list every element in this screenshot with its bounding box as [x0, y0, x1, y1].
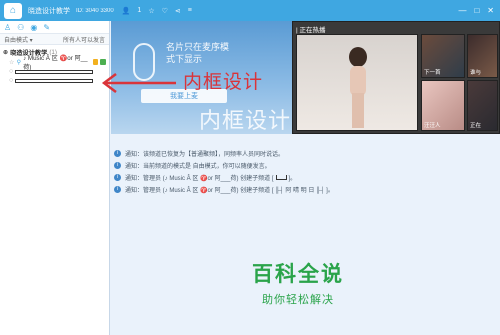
annotation-label: 内框设计: [183, 71, 264, 93]
system-message: i 通知： 当前频道的模式是 自由模式，你可以随便发言。: [114, 159, 498, 171]
stage-message: 名片只在麦序模 式下显示: [166, 41, 229, 65]
channel-sidebar: ♙ ⚇ ◉ ✎ 自由模式 ▾ 所有人可以发言 ⊕ 晓造设计教学 (1) ☆ ⚲ …: [0, 21, 110, 335]
user-status-icon: ☆: [9, 58, 15, 66]
channel-title: 晓造设计教学: [28, 7, 70, 15]
brand-name: 百科全说: [252, 262, 344, 286]
level-badge-icon: [100, 59, 107, 65]
message-text: 管理员 (♪ Music Â 区 ♈or 阿___荷) 创建子频道 [ ╟┤ 阿…: [143, 187, 334, 194]
message-prefix: 通知：: [125, 163, 144, 170]
system-message: i 通知： 该频道已恢复为【普通聚频】，同频率人员同时说话。: [114, 147, 498, 159]
streamer-figure: [349, 47, 367, 128]
minimize-icon[interactable]: —: [458, 6, 466, 15]
message-prefix: 通知：: [125, 151, 144, 158]
maximize-icon[interactable]: □: [474, 6, 479, 15]
channel-name-placeholder: [275, 174, 287, 180]
info-icon: i: [114, 173, 121, 181]
main-area: 名片只在麦序模 式下显示 我要上麦 内框设计 | 正在热播 下一首 谁与 汪汪人…: [111, 21, 500, 335]
heart-icon[interactable]: ♡: [162, 7, 168, 15]
message-text: 管理员 (♪ Music Â 区 ♈or 阿___荷) 创建子频道 [: [143, 175, 274, 182]
share-icon[interactable]: ⋖: [175, 7, 181, 15]
user-count-icon[interactable]: 👤: [122, 7, 131, 15]
info-icon: i: [114, 161, 121, 169]
sub-channel-icon: ○: [9, 77, 14, 84]
sub-channel-placeholder: [15, 69, 94, 74]
close-icon[interactable]: ✕: [487, 6, 494, 15]
stage-message-line2: 式下显示: [166, 54, 203, 64]
title-bar: ⌂ 晓造设计教学 ID: 3040 3300 👤 1 ☆ ♡ ⋖ ≡ — □ ✕: [0, 0, 500, 21]
stream-label: 下一首: [424, 70, 441, 76]
hot-streams-panel: | 正在热播 下一首 谁与 汪汪人 正在: [292, 21, 500, 134]
stream-thumbnail[interactable]: 谁与: [467, 34, 498, 78]
microphone-icon: [133, 43, 155, 81]
stage-message-line1: 名片只在麦序模: [166, 42, 230, 52]
edit-icon[interactable]: ✎: [43, 23, 50, 32]
sub-channel-row[interactable]: ○: [3, 76, 106, 85]
stream-thumbnail[interactable]: [296, 34, 418, 131]
message-prefix: 通知：: [125, 175, 144, 182]
stream-label: 正在: [470, 123, 482, 129]
mode-description: 所有人可以发言: [62, 37, 105, 44]
vip-badge-icon: [92, 59, 99, 65]
stream-thumbnail[interactable]: 正在: [467, 80, 498, 131]
stream-thumbnail[interactable]: 下一首: [421, 34, 465, 78]
user-count: 1: [137, 7, 142, 14]
info-icon: i: [114, 185, 121, 193]
message-text: 该频道已恢复为【普通聚频】，同频率人员同时说话。: [143, 151, 285, 158]
user-item[interactable]: ☆ ⚲ ♪ Music Â 区 ♈or 阿__荷): [3, 55, 107, 71]
watermark-text: 内框设计: [199, 109, 292, 134]
menu-icon[interactable]: ≡: [188, 7, 192, 14]
sub-channel-placeholder: [15, 78, 94, 83]
brand-slogan: 助你轻松解决: [262, 293, 334, 306]
sidebar-toolbar: ♙ ⚇ ◉ ✎: [0, 21, 109, 34]
location-icon[interactable]: ◉: [30, 23, 37, 32]
mode-select[interactable]: 自由模式 ▾: [4, 35, 33, 44]
sub-channel-icon: ○: [9, 68, 14, 75]
user-name: ♪ Music Â 区 ♈or 阿__荷): [23, 55, 88, 71]
channel-icon: ⊕: [3, 48, 9, 56]
hot-streams-title: | 正在热播: [296, 27, 326, 34]
message-text: 当前频道的模式是 自由模式，你可以随便发言。: [143, 163, 271, 170]
group-icon[interactable]: ⚇: [17, 23, 24, 32]
brand-watermark: 百科全说 助你轻松解决: [238, 258, 358, 307]
room-id: ID: 3040 3300: [76, 7, 114, 14]
people-icon[interactable]: ♙: [4, 23, 11, 32]
star-icon[interactable]: ☆: [148, 7, 154, 15]
mode-bar: 自由模式 ▾ 所有人可以发言: [0, 34, 109, 45]
channel-tree: ⊕ 晓造设计教学 (1) ☆ ⚲ ♪ Music Â 区 ♈or 阿__荷) ○…: [0, 45, 109, 87]
stream-label: 谁与: [470, 70, 482, 76]
mic-icon: ⚲: [16, 58, 22, 66]
app-logo-icon: ⌂: [4, 2, 22, 19]
message-suffix: ]。: [288, 175, 297, 182]
message-list: i 通知： 该频道已恢复为【普通聚频】，同频率人员同时说话。 i 通知： 当前频…: [114, 147, 498, 195]
info-icon: i: [114, 149, 121, 157]
system-message: i 通知： 管理员 (♪ Music Â 区 ♈or 阿___荷) 创建子频道 …: [114, 183, 498, 195]
message-prefix: 通知：: [125, 187, 144, 194]
stream-label: 汪汪人: [424, 123, 441, 129]
stream-thumbnail[interactable]: 汪汪人: [421, 80, 465, 131]
system-message: i 通知： 管理员 (♪ Music Â 区 ♈or 阿___荷) 创建子频道 …: [114, 171, 498, 183]
